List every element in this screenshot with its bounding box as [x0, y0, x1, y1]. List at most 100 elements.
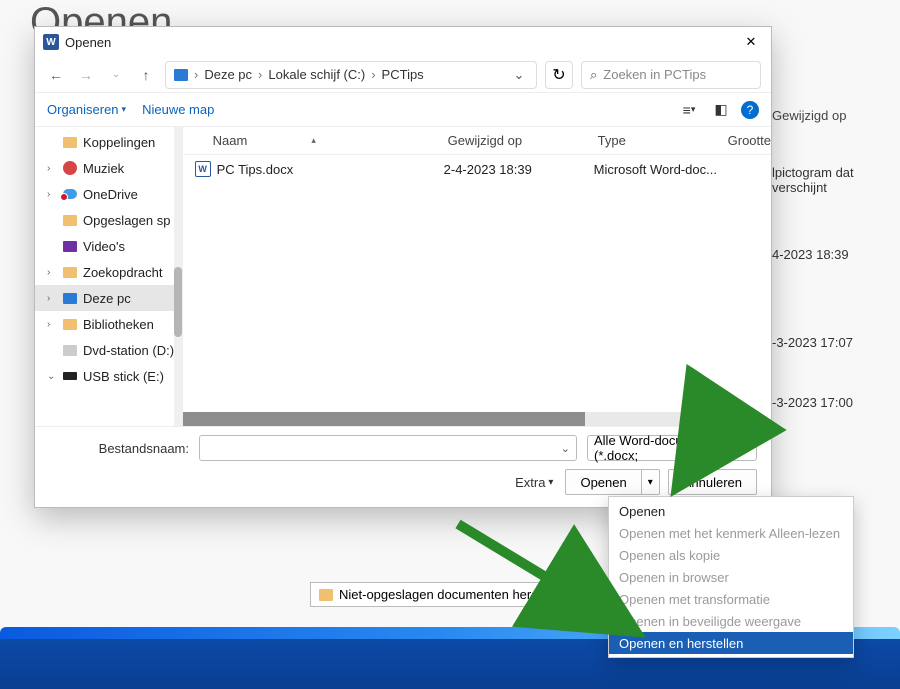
file-list-area: Naam▴ Gewijzigd op Type Grootte W PC Tips…: [183, 127, 771, 426]
dvd-icon: [63, 345, 77, 356]
od-icon: [63, 189, 77, 199]
tree-item[interactable]: Video's: [35, 233, 182, 259]
background-date: 4-2023 18:39: [772, 247, 849, 262]
tree-item-label: Koppelingen: [83, 135, 155, 150]
dropdown-item[interactable]: Openen: [609, 500, 853, 522]
folder-tree: Koppelingen › Muziek › OneDrive Opgeslagen sp…: [35, 127, 183, 426]
background-col-header: Gewijzigd op: [772, 108, 846, 123]
refresh-button[interactable]: ↻: [545, 61, 573, 89]
breadcrumb-item[interactable]: PCTips: [382, 67, 424, 82]
view-mode-button[interactable]: ≡ ▾: [677, 98, 701, 122]
tree-item[interactable]: Koppelingen: [35, 129, 182, 155]
tree-item-label: Zoekopdracht: [83, 265, 163, 280]
file-name: PC Tips.docx: [217, 162, 294, 177]
open-dropdown-button[interactable]: ▾: [642, 469, 660, 495]
breadcrumb-item[interactable]: Lokale schijf (C:): [268, 67, 365, 82]
close-button[interactable]: ✕: [739, 30, 763, 54]
dropdown-item[interactable]: Openen en herstellen: [609, 632, 853, 654]
extra-label: Extra: [515, 475, 545, 490]
tree-item[interactable]: ›Bibliotheken: [35, 311, 182, 337]
dropdown-item: Openen in beveiligde weergave: [609, 610, 853, 632]
cancel-button[interactable]: Annuleren: [668, 469, 757, 495]
forward-button[interactable]: →: [75, 64, 97, 86]
scrollbar-thumb[interactable]: [174, 267, 182, 337]
scrollbar-thumb[interactable]: [183, 412, 585, 426]
nieuwe-map-button[interactable]: Nieuwe map: [142, 102, 214, 117]
file-modified: 2-4-2023 18:39: [444, 162, 594, 177]
tree-item-label: Bibliotheken: [83, 317, 154, 332]
open-button[interactable]: Openen: [565, 469, 641, 495]
fdr-icon: [63, 215, 77, 226]
tree-item-label: OneDrive: [83, 187, 138, 202]
restore-unsaved-label: Niet-opgeslagen documenten herstellen: [339, 587, 569, 602]
col-grootte[interactable]: Grootte: [728, 133, 771, 148]
col-type[interactable]: Type: [598, 133, 728, 148]
titlebar: W Openen ✕: [35, 27, 771, 57]
fdr-icon: [63, 319, 77, 330]
back-button[interactable]: ←: [45, 64, 67, 86]
background-date: -3-2023 17:00: [772, 395, 853, 410]
col-naam[interactable]: Naam▴: [213, 133, 448, 148]
folder-icon: [319, 589, 333, 601]
tree-item-label: Video's: [83, 239, 125, 254]
recent-button[interactable]: ⌄: [105, 64, 127, 86]
organiseren-label: Organiseren: [47, 102, 119, 117]
search-icon: ⌕: [590, 67, 597, 83]
chevron-down-icon[interactable]: ⌄: [561, 442, 570, 455]
file-row[interactable]: W PC Tips.docx 2-4-2023 18:39Microsoft Wor…: [183, 155, 771, 183]
preview-pane-button[interactable]: ◧: [709, 98, 733, 122]
usb-icon: [63, 372, 77, 380]
tree-item-label: Muziek: [83, 161, 124, 176]
chevron-right-icon: ›: [47, 293, 57, 304]
horizontal-scrollbar[interactable]: [183, 412, 757, 426]
chevron-down-icon: ⌄: [741, 442, 750, 455]
breadcrumb[interactable]: › Deze pc › Lokale schijf (C:) › PCTips …: [165, 61, 537, 89]
organiseren-menu[interactable]: Organiseren ▾: [47, 102, 126, 117]
tree-item[interactable]: › OneDrive: [35, 181, 182, 207]
dropdown-item: Openen als kopie: [609, 544, 853, 566]
help-button[interactable]: ?: [741, 101, 759, 119]
chevron-right-icon: ›: [47, 163, 57, 174]
dialog-title: Openen: [65, 35, 111, 50]
fdr-icon: [63, 267, 77, 278]
tree-item-label: USB stick (E:): [83, 369, 164, 384]
column-headers: Naam▴ Gewijzigd op Type Grootte: [183, 127, 771, 155]
open-dialog: W Openen ✕ ← → ⌄ ↑ › Deze pc › Lokale sc…: [34, 26, 772, 508]
breadcrumb-item[interactable]: Deze pc: [204, 67, 252, 82]
word-icon: W: [43, 34, 59, 50]
chevron-right-icon: ›: [47, 189, 57, 200]
tree-item[interactable]: › Zoekopdracht: [35, 259, 182, 285]
chevron-right-icon: ›: [371, 67, 375, 82]
filetype-dropdown[interactable]: Alle Word-documenten (*.docx; ⌄: [587, 435, 757, 461]
chevron-right-icon: ›: [47, 267, 57, 278]
file-type: Microsoft Word-doc...: [594, 162, 724, 177]
filename-input[interactable]: ⌄: [199, 435, 577, 461]
chevron-down-icon: ⌄: [47, 371, 57, 382]
chevron-right-icon: ›: [258, 67, 262, 82]
tree-item[interactable]: Opgeslagen sp: [35, 207, 182, 233]
search-input[interactable]: ⌕ Zoeken in PCTips: [581, 61, 761, 89]
col-gewijzigd[interactable]: Gewijzigd op: [448, 133, 598, 148]
extra-menu[interactable]: Extra ▾: [515, 475, 553, 490]
search-placeholder: Zoeken in PCTips: [603, 67, 706, 82]
tree-item[interactable]: ›Deze pc: [35, 285, 182, 311]
dropdown-item: Openen in browser: [609, 566, 853, 588]
open-split-button: Openen ▾: [565, 469, 659, 495]
up-button[interactable]: ↑: [135, 64, 157, 86]
tree-item-label: Dvd-station (D:): [83, 343, 174, 358]
word-doc-icon: W: [195, 161, 211, 177]
open-dropdown-menu: OpenenOpenen met het kenmerk Alleen-leze…: [608, 496, 854, 658]
breadcrumb-dropdown[interactable]: ⌄: [510, 67, 528, 83]
tree-item[interactable]: ⌄ USB stick (E:): [35, 363, 182, 389]
dialog-bottom: Bestandsnaam: ⌄ Alle Word-documenten (*.…: [35, 426, 771, 507]
tree-item-label: Opgeslagen sp: [83, 213, 170, 228]
tree-item[interactable]: › Muziek: [35, 155, 182, 181]
toolbar: Organiseren ▾ Nieuwe map ≡ ▾ ◧ ?: [35, 93, 771, 127]
dropdown-item: Openen met het kenmerk Alleen-lezen: [609, 522, 853, 544]
tree-item[interactable]: Dvd-station (D:): [35, 337, 182, 363]
background-text-snippet: lpictogram dat verschijnt: [772, 165, 900, 195]
chevron-down-icon: ▾: [548, 477, 553, 488]
restore-unsaved-button[interactable]: Niet-opgeslagen documenten herstellen: [310, 582, 578, 607]
chevron-down-icon: ▾: [122, 104, 127, 115]
file-list: W PC Tips.docx 2-4-2023 18:39Microsoft Wor…: [183, 155, 771, 183]
